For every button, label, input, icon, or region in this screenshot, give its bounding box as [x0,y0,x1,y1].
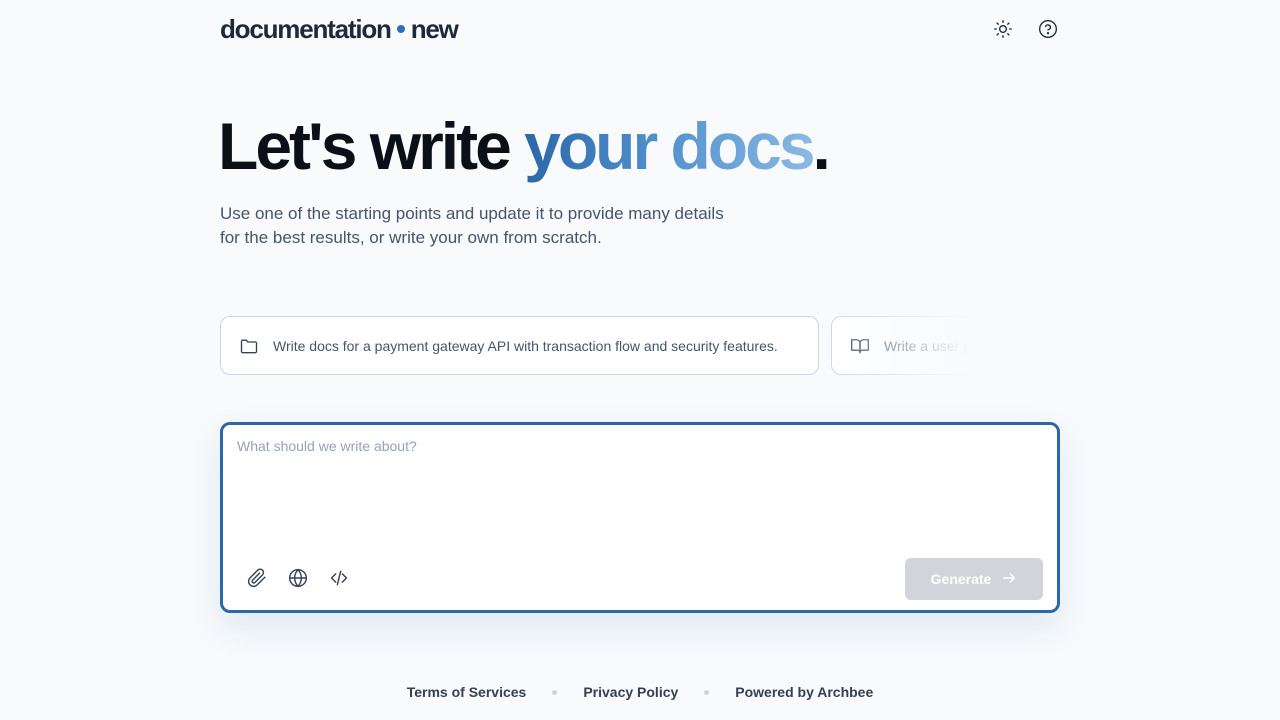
prompt-input[interactable] [237,438,1037,538]
footer-separator [704,689,710,695]
header-actions [993,19,1058,39]
help-circle-icon[interactable] [1038,19,1058,39]
subtitle-line-1: Use one of the starting points and updat… [220,204,724,223]
privacy-link[interactable]: Privacy Policy [583,684,678,700]
header: documentation new [220,12,1060,46]
suggestion-cards: Write docs for a payment gateway API wit… [220,316,1020,376]
suggestion-card-payment-api[interactable]: Write docs for a payment gateway API wit… [220,316,819,375]
powered-by-link[interactable]: Powered by Archbee [735,684,873,700]
sun-icon[interactable] [993,19,1013,39]
book-open-icon [850,335,872,357]
subtitle-line-2: for the best results, or write your own … [220,228,602,247]
subtitle: Use one of the starting points and updat… [220,202,800,250]
suggestion-card-user-guide[interactable]: Write a user guide for [831,316,1020,375]
generate-label: Generate [930,571,992,587]
prompt-box: Generate [220,422,1060,613]
logo-text-left: documentation [220,13,392,44]
suggestion-text: Write docs for a payment gateway API wit… [273,337,778,354]
suggestion-text: Write a user guide for [884,337,1018,354]
code-icon[interactable] [329,568,349,588]
logo-dot [396,25,405,33]
title-accent: your docs [524,109,815,183]
paperclip-icon[interactable] [247,568,267,588]
prompt-tools [247,568,349,588]
footer-separator [552,689,558,695]
arrow-right-icon [1001,570,1017,589]
folder-icon [239,335,261,357]
title-prefix: Let's write [218,109,525,183]
logo-text-right: new [410,13,459,44]
generate-button[interactable]: Generate [905,558,1043,600]
terms-link[interactable]: Terms of Services [407,684,527,700]
title-suffix: . [812,109,831,183]
globe-icon[interactable] [288,568,308,588]
footer: Terms of Services Privacy Policy Powered… [0,684,1280,700]
page-title: Let's write your docs. [218,108,831,184]
logo[interactable]: documentation new [220,13,459,45]
